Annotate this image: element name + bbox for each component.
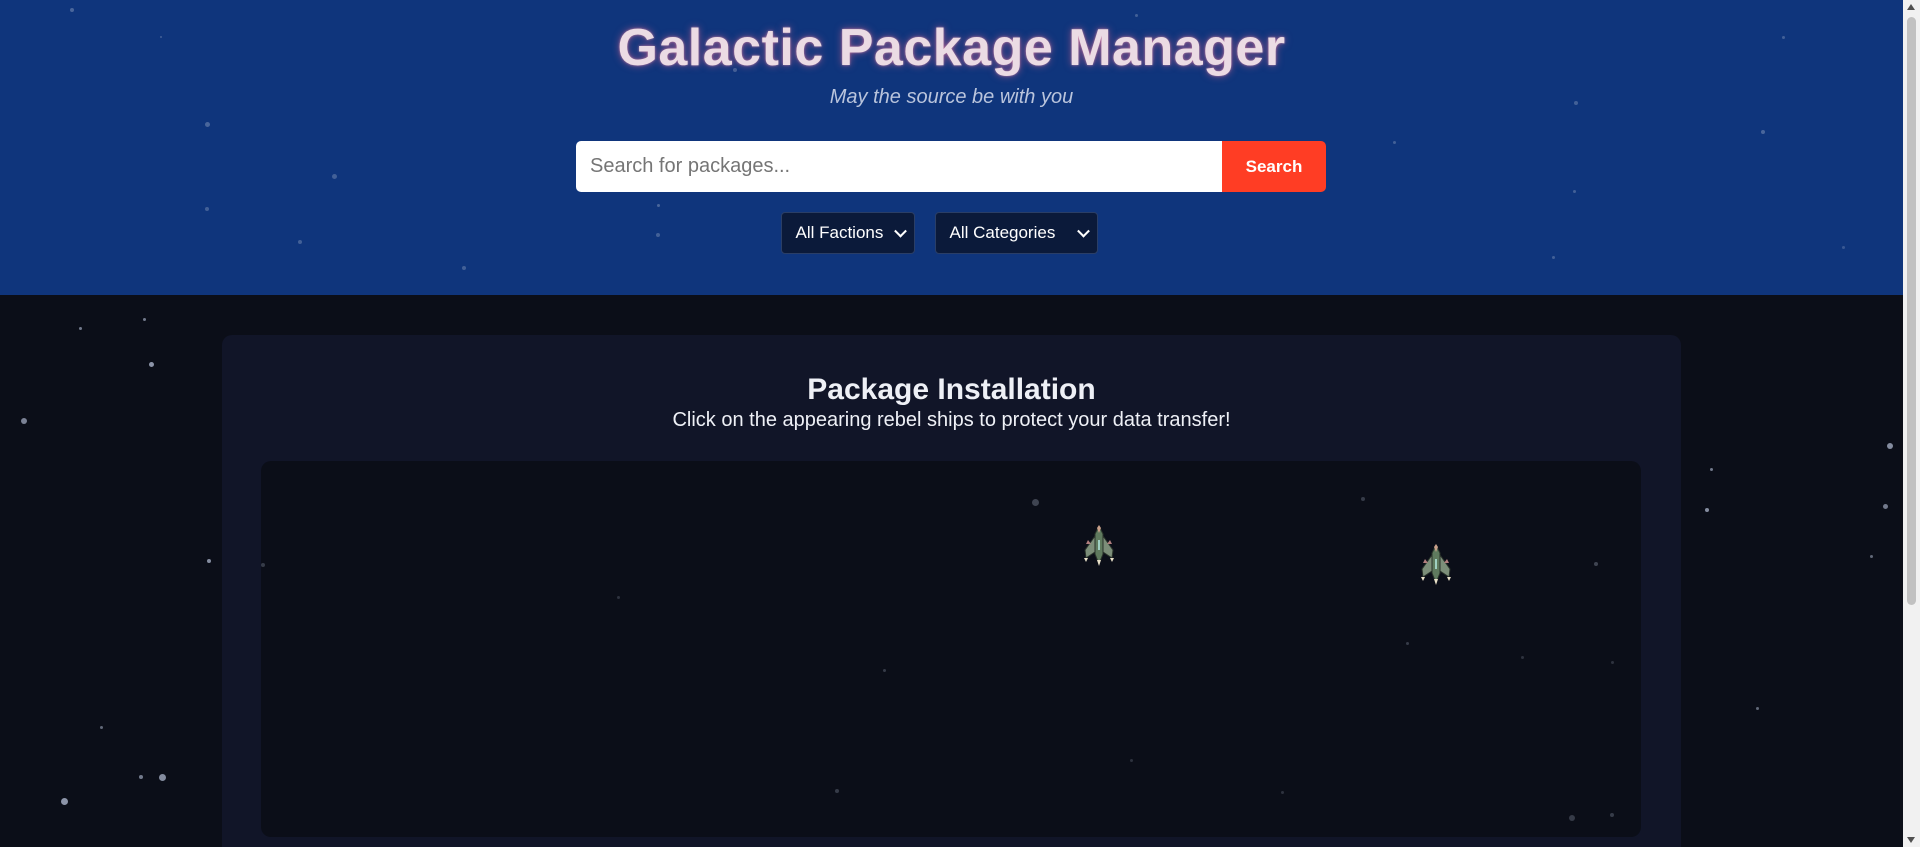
page-scrollbar[interactable] xyxy=(1903,0,1920,847)
faction-select[interactable]: All Factions xyxy=(780,212,915,254)
star xyxy=(883,669,886,672)
star xyxy=(1870,555,1873,558)
installation-title: Package Installation xyxy=(807,373,1096,406)
rebel-ship-icon[interactable] xyxy=(1419,543,1453,585)
page-title: Galactic Package Manager xyxy=(617,19,1286,77)
star xyxy=(332,174,337,179)
star xyxy=(657,204,660,207)
star xyxy=(1756,707,1759,710)
star xyxy=(1883,504,1888,509)
category-select-value: All Categories xyxy=(949,223,1056,242)
star xyxy=(1393,141,1396,144)
search-bar: Search xyxy=(576,141,1326,192)
star xyxy=(1610,813,1614,817)
star xyxy=(1521,656,1524,659)
site-header: Galactic Package Manager May the source … xyxy=(0,0,1903,295)
game-area[interactable] xyxy=(261,461,1641,837)
star xyxy=(1135,14,1138,17)
filter-bar: All Factions All Categories xyxy=(0,212,1903,254)
scroll-down-arrow-icon[interactable] xyxy=(1907,837,1915,843)
scroll-up-arrow-icon[interactable] xyxy=(1907,4,1915,10)
star xyxy=(79,327,82,330)
search-button[interactable]: Search xyxy=(1222,141,1326,192)
star xyxy=(1710,468,1713,471)
star xyxy=(617,596,620,599)
star xyxy=(1130,759,1133,762)
star xyxy=(100,726,103,729)
installation-subtitle: Click on the appearing rebel ships to pr… xyxy=(672,409,1231,431)
star xyxy=(159,774,166,781)
star xyxy=(61,798,68,805)
star xyxy=(835,789,839,793)
category-select[interactable]: All Categories xyxy=(934,212,1098,254)
star xyxy=(1611,661,1614,664)
installation-panel: Package Installation Click on the appear… xyxy=(222,335,1681,847)
star xyxy=(205,207,209,211)
star xyxy=(143,318,146,321)
scrollbar-thumb[interactable] xyxy=(1907,17,1916,605)
page-tagline: May the source be with you xyxy=(829,86,1074,108)
star xyxy=(1552,256,1555,259)
faction-select-value: All Factions xyxy=(795,223,884,242)
star xyxy=(1032,499,1039,506)
star xyxy=(1361,497,1365,501)
star xyxy=(139,775,143,779)
star xyxy=(21,418,27,424)
star xyxy=(1406,642,1409,645)
star xyxy=(1887,443,1893,449)
star xyxy=(1573,190,1576,193)
search-input[interactable] xyxy=(576,141,1222,192)
star xyxy=(261,563,265,567)
rebel-ship-icon[interactable] xyxy=(1082,524,1116,566)
chevron-down-icon xyxy=(1076,224,1090,238)
star xyxy=(205,122,210,127)
star xyxy=(1569,815,1575,821)
page: Galactic Package Manager May the source … xyxy=(0,0,1920,847)
star xyxy=(1594,562,1598,566)
star xyxy=(1761,130,1765,134)
star xyxy=(207,559,211,563)
star xyxy=(149,362,154,367)
star xyxy=(1705,508,1709,512)
star xyxy=(462,266,466,270)
chevron-down-icon xyxy=(893,224,907,238)
star xyxy=(1281,791,1284,794)
star xyxy=(70,8,74,12)
